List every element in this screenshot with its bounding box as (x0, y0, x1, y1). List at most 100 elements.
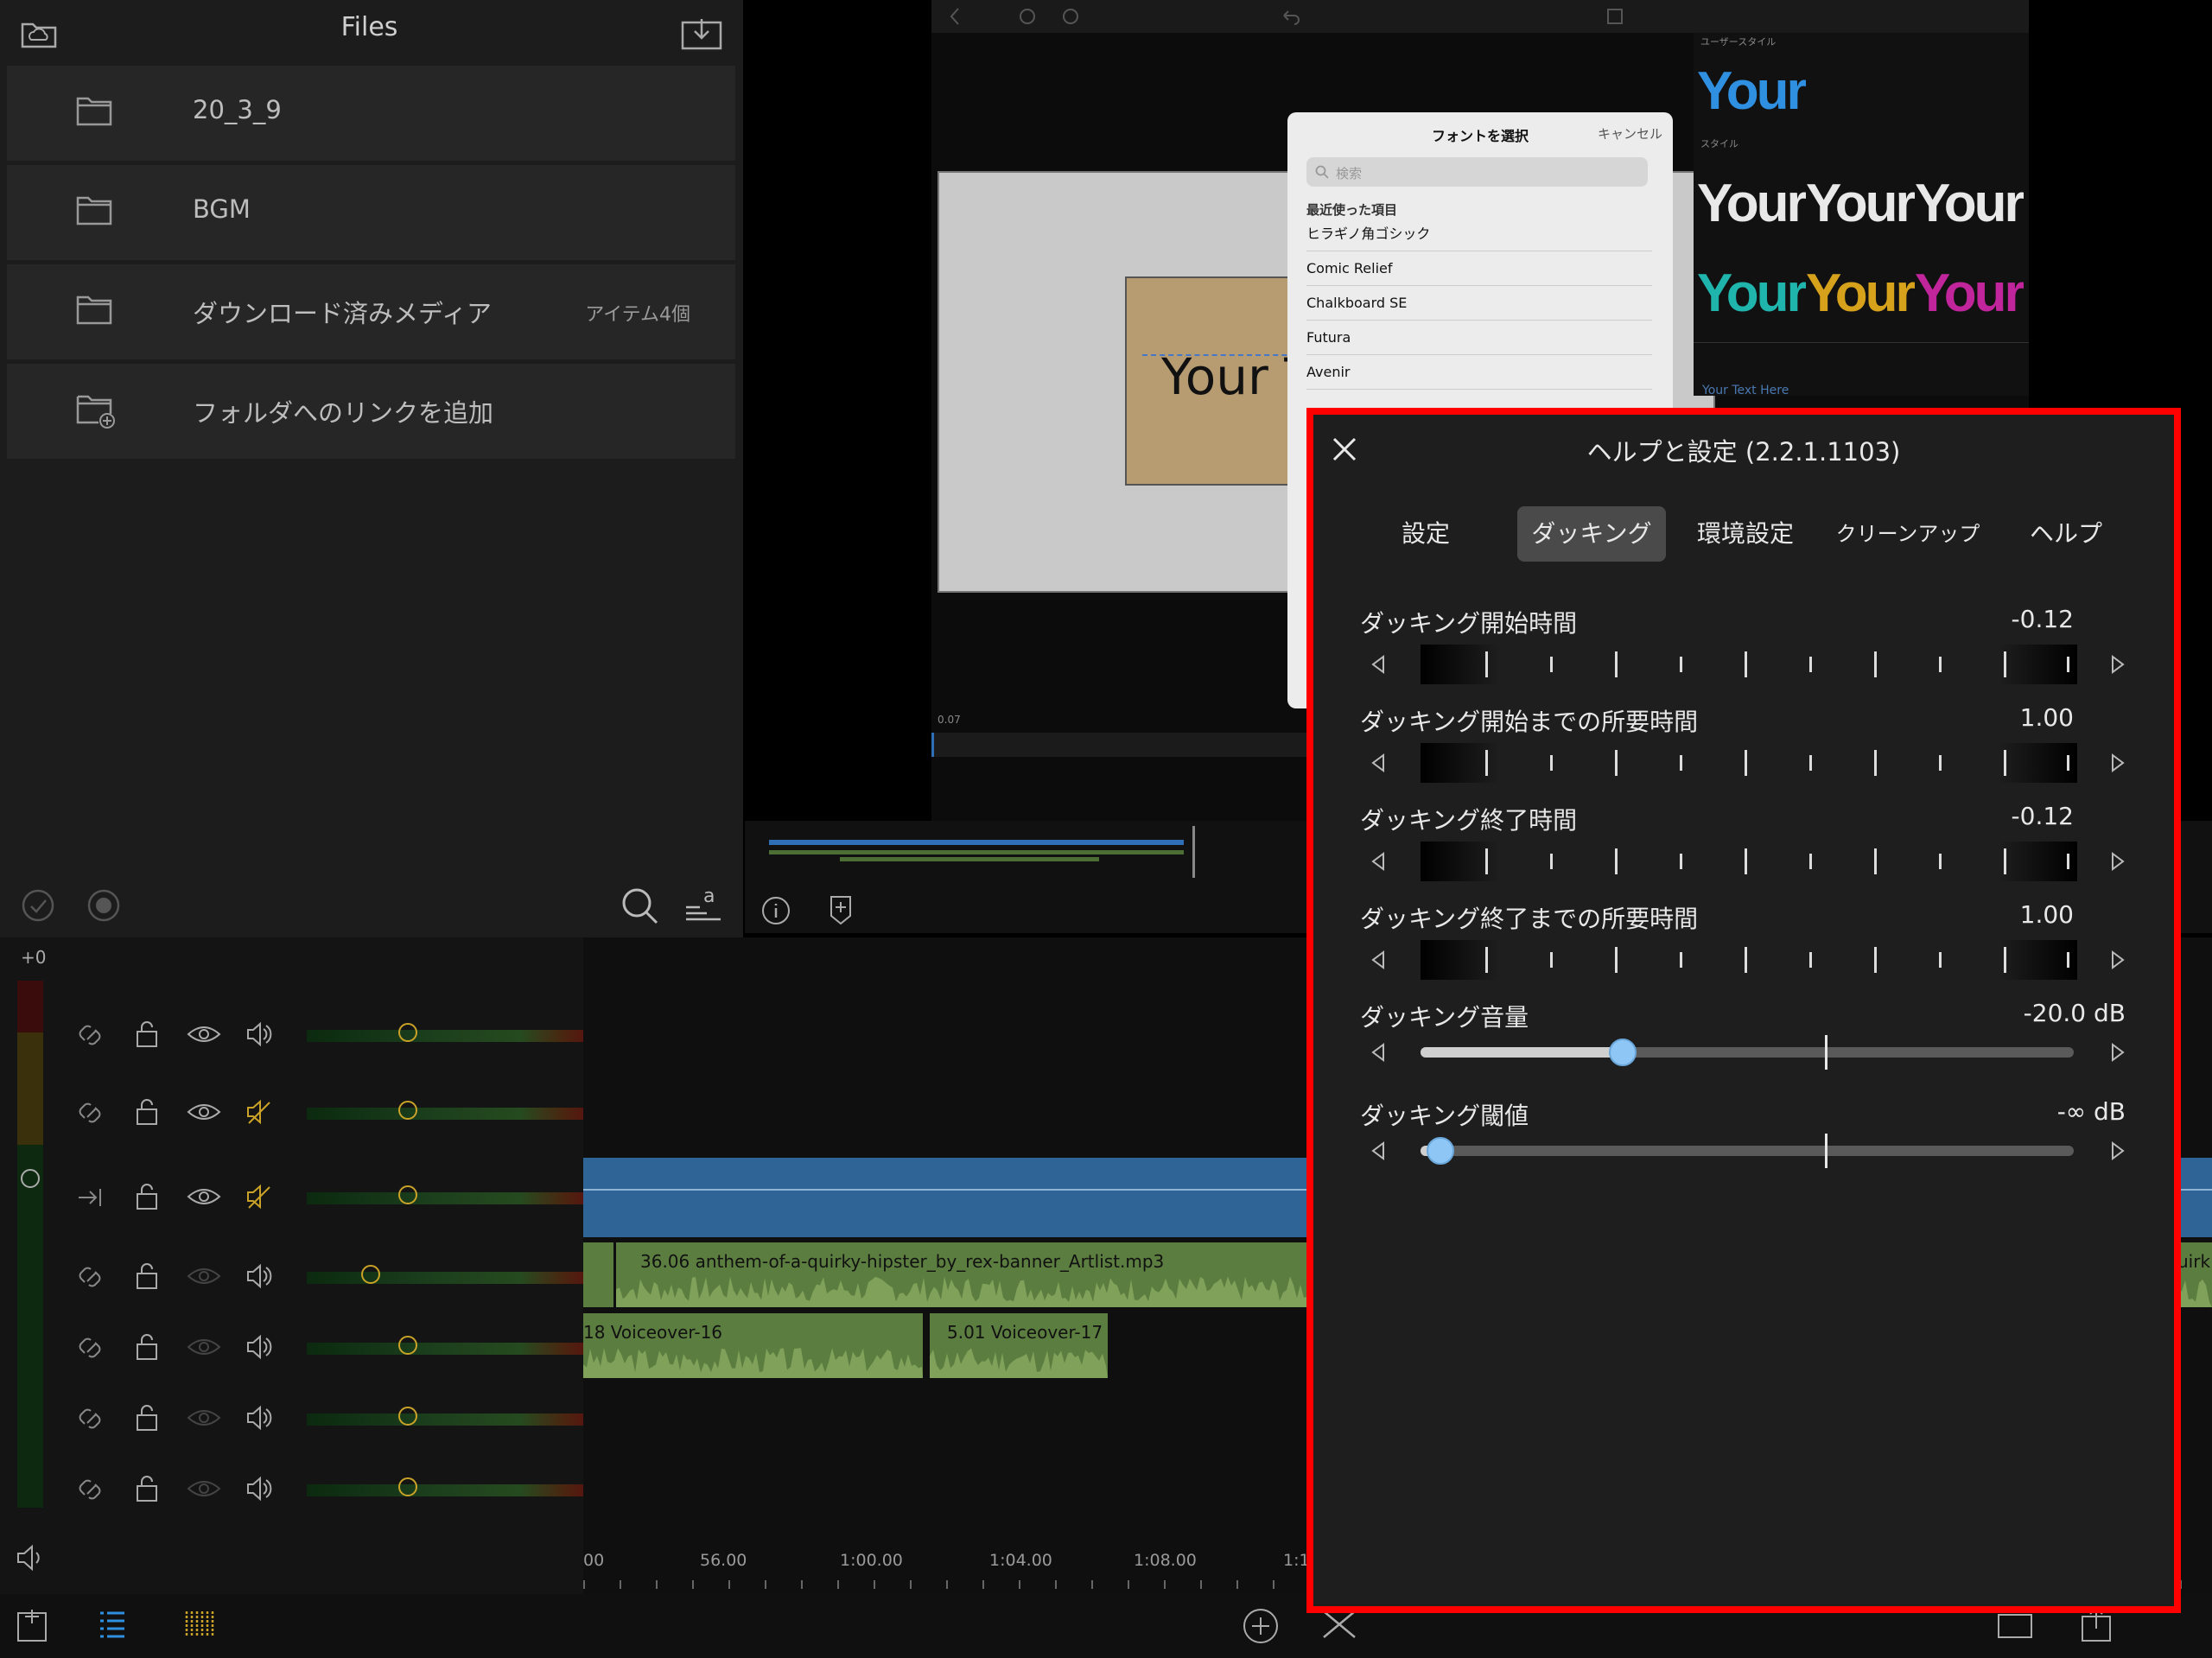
link-icon[interactable] (76, 1261, 105, 1291)
tool-icon[interactable] (1605, 7, 1624, 26)
mute-icon[interactable] (245, 1097, 275, 1127)
speaker-icon[interactable] (245, 1403, 275, 1432)
increment-arrow-icon[interactable] (2110, 950, 2126, 970)
tab-preferences[interactable]: 環境設定 (1687, 506, 1804, 562)
decrement-arrow-icon[interactable] (1370, 851, 1386, 872)
track-volume-slider[interactable] (307, 1477, 592, 1496)
import-icon[interactable] (681, 16, 722, 50)
track-volume-knob[interactable] (397, 1185, 417, 1204)
list-view-icon[interactable] (97, 1608, 128, 1641)
param-slider[interactable] (1421, 1035, 2074, 1070)
file-row-downloaded-media[interactable]: ダウンロード済みメディア アイテム4個 (7, 264, 735, 359)
lock-icon[interactable] (135, 1403, 159, 1432)
eye-icon[interactable] (187, 1403, 221, 1432)
track-volume-knob[interactable] (397, 1023, 417, 1042)
track-volume-knob[interactable] (397, 1477, 417, 1496)
increment-arrow-icon[interactable] (2110, 1140, 2126, 1161)
style-card-purple[interactable]: Your (1915, 251, 2024, 337)
slider-thumb[interactable] (1426, 1137, 1454, 1165)
increment-arrow-icon[interactable] (2110, 753, 2126, 773)
add-marker-icon[interactable] (828, 893, 854, 926)
speaker-icon[interactable] (245, 1332, 275, 1362)
sort-icon[interactable]: a (684, 885, 722, 924)
music-clip-segment[interactable] (583, 1242, 613, 1307)
info-icon[interactable] (760, 895, 791, 926)
decrement-arrow-icon[interactable] (1370, 1140, 1386, 1161)
lock-icon[interactable] (135, 1261, 159, 1291)
tab-settings[interactable]: 設定 (1374, 506, 1478, 562)
add-button-icon[interactable] (1241, 1606, 1281, 1646)
style-card-cyan[interactable]: Your (1697, 251, 1806, 337)
split-icon[interactable] (1320, 1608, 1358, 1642)
voiceover-clip[interactable]: 18 Voiceover-16 (583, 1313, 923, 1378)
preview-scrubber[interactable] (931, 733, 1314, 757)
link-icon[interactable] (76, 1020, 105, 1049)
link-icon[interactable] (76, 1403, 105, 1432)
font-item[interactable]: ヒラギノ角ゴシック (1306, 218, 1652, 251)
eye-icon[interactable] (187, 1474, 221, 1503)
speaker-icon[interactable] (245, 1020, 275, 1049)
increment-arrow-icon[interactable] (2110, 654, 2126, 675)
font-item[interactable]: Comic Relief (1306, 252, 1652, 286)
link-icon[interactable] (76, 1097, 105, 1127)
master-level-meter[interactable] (17, 981, 43, 1508)
lock-icon[interactable] (135, 1332, 159, 1362)
track-volume-slider[interactable] (307, 1407, 592, 1426)
style-card-plain-shadow[interactable]: Your (1915, 161, 2024, 247)
track-volume-slider[interactable] (307, 1336, 592, 1355)
track-volume-slider[interactable] (307, 1185, 592, 1204)
back-icon[interactable] (949, 7, 961, 26)
font-item[interactable]: Avenir (1306, 356, 1652, 390)
tab-cleanup[interactable]: クリーンアップ (1832, 506, 1984, 562)
speaker-icon[interactable] (16, 1543, 47, 1572)
undo-icon[interactable] (1281, 7, 1301, 26)
track-volume-slider[interactable] (307, 1101, 592, 1120)
font-picker-cancel[interactable]: キャンセル (1598, 124, 1662, 143)
lock-icon[interactable] (135, 1097, 159, 1127)
file-row-bgm[interactable]: BGM (7, 165, 735, 260)
layer-label[interactable]: Your Text Here (1702, 384, 1789, 397)
decrement-arrow-icon[interactable] (1370, 950, 1386, 970)
link-icon[interactable] (76, 1474, 105, 1503)
jog-dial[interactable] (1421, 940, 2077, 980)
link-icon[interactable] (76, 1182, 105, 1211)
lock-icon[interactable] (135, 1182, 159, 1211)
link-icon[interactable] (76, 1332, 105, 1362)
font-item[interactable]: Futura (1306, 321, 1652, 355)
style-card-user[interactable]: Your (1697, 48, 1806, 135)
tool-icon[interactable] (1061, 7, 1080, 26)
font-search-input[interactable]: 検索 (1306, 157, 1648, 187)
jog-dial[interactable] (1421, 743, 2077, 783)
eye-icon[interactable] (187, 1261, 221, 1291)
jog-dial[interactable] (1421, 645, 2077, 684)
select-check-icon[interactable] (21, 888, 55, 923)
lock-icon[interactable] (135, 1474, 159, 1503)
file-row-20-3-9[interactable]: 20_3_9 (7, 66, 735, 161)
eye-icon[interactable] (187, 1332, 221, 1362)
increment-arrow-icon[interactable] (2110, 1042, 2126, 1063)
param-slider[interactable] (1421, 1134, 2074, 1168)
meter-view-icon[interactable] (183, 1608, 214, 1641)
decrement-arrow-icon[interactable] (1370, 1042, 1386, 1063)
jog-dial[interactable] (1421, 842, 2077, 881)
eye-icon[interactable] (187, 1020, 221, 1049)
decrement-arrow-icon[interactable] (1370, 753, 1386, 773)
eye-icon[interactable] (187, 1182, 221, 1211)
slider-thumb[interactable] (1609, 1039, 1637, 1066)
add-project-icon[interactable] (16, 1606, 50, 1644)
style-card-gold[interactable]: Your (1806, 251, 1915, 337)
speaker-icon[interactable] (245, 1474, 275, 1503)
speaker-icon[interactable] (245, 1261, 275, 1291)
lock-icon[interactable] (135, 1020, 159, 1049)
record-icon[interactable] (86, 888, 121, 923)
eye-icon[interactable] (187, 1097, 221, 1127)
track-volume-knob[interactable] (397, 1407, 417, 1426)
style-card-plain-outline[interactable]: Your (1806, 161, 1915, 247)
track-volume-knob[interactable] (397, 1336, 417, 1355)
master-volume-knob[interactable] (21, 1169, 40, 1188)
track-volume-knob[interactable] (360, 1265, 380, 1284)
mute-icon[interactable] (245, 1182, 275, 1211)
track-volume-slider[interactable] (307, 1265, 592, 1284)
tab-help[interactable]: ヘルプ (2018, 506, 2113, 562)
style-card-plain[interactable]: Your (1697, 161, 1806, 247)
